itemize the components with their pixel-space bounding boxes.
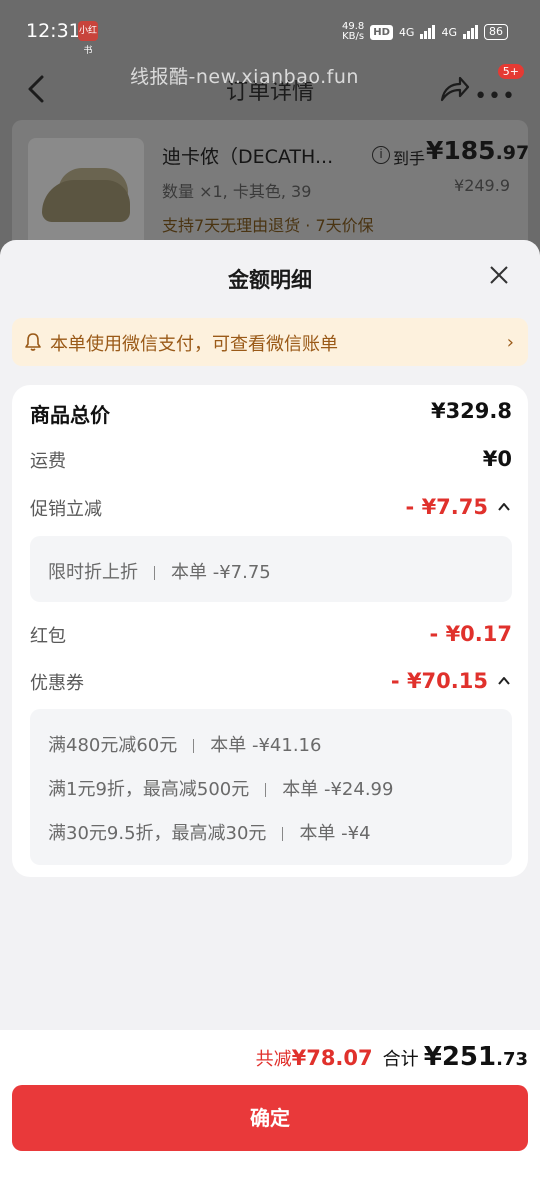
totals-summary: 共减¥78.07 合计 ¥251.73 xyxy=(256,1042,528,1072)
product-card[interactable]: 迪卡侬（DECATH... 数量 ×1, 卡其色, 39 支持7天无理由退货 ·… xyxy=(12,120,529,260)
network-type-2: 4G xyxy=(441,25,457,39)
row-promo-label: 促销立减 xyxy=(30,499,102,520)
promo-detail-line: 限时折上折 本单 -¥7.75 xyxy=(48,558,271,584)
coupon-detail-name: 满1元9折，最高减500元 xyxy=(48,779,250,800)
notice-text: 本单使用微信支付，可查看微信账单 xyxy=(50,334,338,355)
saved-summary: 共减¥78.07 xyxy=(256,1045,373,1071)
signal-icon-2 xyxy=(463,25,478,39)
coupon-detail-line: 满480元减60元 本单 -¥41.16 xyxy=(48,731,321,757)
network-speed-unit: KB/s xyxy=(342,31,365,42)
product-service-tags: 支持7天无理由退货 · 7天价保 xyxy=(162,216,374,235)
shoe-shape-front xyxy=(42,180,130,222)
row-redpacket-label: 红包 xyxy=(30,626,66,647)
saved-value: ¥78.07 xyxy=(291,1046,373,1070)
final-price: ¥185.97 xyxy=(426,136,529,165)
row-coupon-label: 优惠券 xyxy=(30,673,84,694)
background-page: 12:31 小红书 49.8 KB/s HD 4G 4G 86 订单详情 线报酷… xyxy=(0,0,540,260)
row-coupon[interactable]: 优惠券 - ¥70.15 xyxy=(30,669,512,699)
more-icon[interactable]: ••• xyxy=(474,84,516,109)
info-icon[interactable]: i xyxy=(372,146,390,164)
total-value-integer: ¥251 xyxy=(423,1042,497,1072)
close-icon[interactable] xyxy=(488,264,510,286)
watermark-text: 线报酷-new.xianbao.fun xyxy=(130,66,359,88)
hd-icon: HD xyxy=(370,24,393,40)
app-notification-icon: 小红书 xyxy=(78,21,98,56)
promo-detail-amount: 本单 -¥7.75 xyxy=(171,562,271,583)
coupon-detail-amount: 本单 -¥24.99 xyxy=(282,779,394,800)
row-total-value: ¥329.8 xyxy=(430,399,512,423)
network-type-1: 4G xyxy=(398,25,415,39)
status-bar: 12:31 小红书 49.8 KB/s HD 4G 4G 86 xyxy=(0,0,540,62)
coupon-detail-name: 满30元9.5折，最高减30元 xyxy=(48,823,267,844)
coupon-detail-amount: 本单 -¥4 xyxy=(299,823,371,844)
confirm-button[interactable]: 确定 xyxy=(12,1085,528,1151)
row-shipping-value: ¥0 xyxy=(482,447,512,471)
row-promo[interactable]: 促销立减 - ¥7.75 xyxy=(30,495,512,525)
product-name: 迪卡侬（DECATH... xyxy=(162,146,334,168)
signal-icon xyxy=(420,25,436,39)
coupon-detail-line: 满1元9折，最高减500元 本单 -¥24.99 xyxy=(48,775,393,801)
row-promo-value: - ¥7.75 xyxy=(405,495,488,519)
status-time: 12:31 xyxy=(26,20,81,42)
separator xyxy=(193,739,195,753)
sheet-title: 金额明细 xyxy=(228,268,312,292)
separator xyxy=(154,566,155,580)
promo-detail-box: 限时折上折 本单 -¥7.75 xyxy=(30,536,512,602)
amount-detail-sheet: 金额明细 本单使用微信支付，可查看微信账单 › 商品总价 ¥329.8 运费 ¥… xyxy=(0,240,540,1201)
product-image xyxy=(28,138,144,250)
product-spec: 数量 ×1, 卡其色, 39 xyxy=(162,182,312,201)
final-price-decimal: .97 xyxy=(495,142,530,164)
row-total: 商品总价 ¥329.8 xyxy=(30,399,512,429)
price-breakdown-card: 商品总价 ¥329.8 运费 ¥0 促销立减 - ¥7.75 限时折上折本单 -… xyxy=(12,385,528,877)
network-speed: 49.8 KB/s xyxy=(342,22,364,42)
chevron-up-icon[interactable] xyxy=(496,673,512,689)
final-price-integer: ¥185 xyxy=(426,136,496,165)
coupon-detail-box: 满480元减60元 本单 -¥41.16 满1元9折，最高减500元 本单 -¥24… xyxy=(30,709,512,865)
chevron-right-icon: › xyxy=(506,332,514,353)
row-redpacket: 红包 - ¥0.17 xyxy=(30,622,512,652)
share-icon[interactable] xyxy=(438,74,470,104)
nav-bar: 订单详情 线报酷-new.xianbao.fun ••• 5+ xyxy=(0,62,540,118)
status-indicators: 49.8 KB/s HD 4G 4G 86 xyxy=(342,22,508,42)
total-summary: 合计 ¥251.73 xyxy=(383,1042,528,1072)
row-total-label: 商品总价 xyxy=(30,403,110,427)
row-shipping: 运费 ¥0 xyxy=(30,447,512,477)
separator xyxy=(265,783,267,797)
row-coupon-value: - ¥70.15 xyxy=(390,669,488,693)
total-value-decimal: .73 xyxy=(496,1049,528,1070)
coupon-detail-name: 满480元减60元 xyxy=(48,735,178,756)
notification-badge: 5+ xyxy=(497,64,524,79)
chevron-up-icon[interactable] xyxy=(496,499,512,515)
total-label: 合计 xyxy=(382,1049,419,1070)
total-value: ¥251.73 xyxy=(424,1042,528,1072)
coupon-detail-amount: 本单 -¥41.16 xyxy=(210,735,322,756)
original-price: ¥249.9 xyxy=(454,176,510,195)
bottom-bar: 共减¥78.07 合计 ¥251.73 确定 xyxy=(0,1030,540,1201)
battery-icon: 86 xyxy=(484,24,508,40)
promo-detail-name: 限时折上折 xyxy=(48,562,138,583)
saved-label: 共减 xyxy=(255,1049,292,1070)
coupon-detail-line: 满30元9.5折，最高减30元 本单 -¥4 xyxy=(48,819,371,845)
price-label: 到手 xyxy=(393,149,426,168)
row-shipping-label: 运费 xyxy=(30,451,66,472)
separator xyxy=(282,827,284,841)
wechat-pay-notice[interactable]: 本单使用微信支付，可查看微信账单 › xyxy=(12,318,528,366)
row-redpacket-value: - ¥0.17 xyxy=(429,622,512,646)
bell-icon xyxy=(25,333,41,351)
